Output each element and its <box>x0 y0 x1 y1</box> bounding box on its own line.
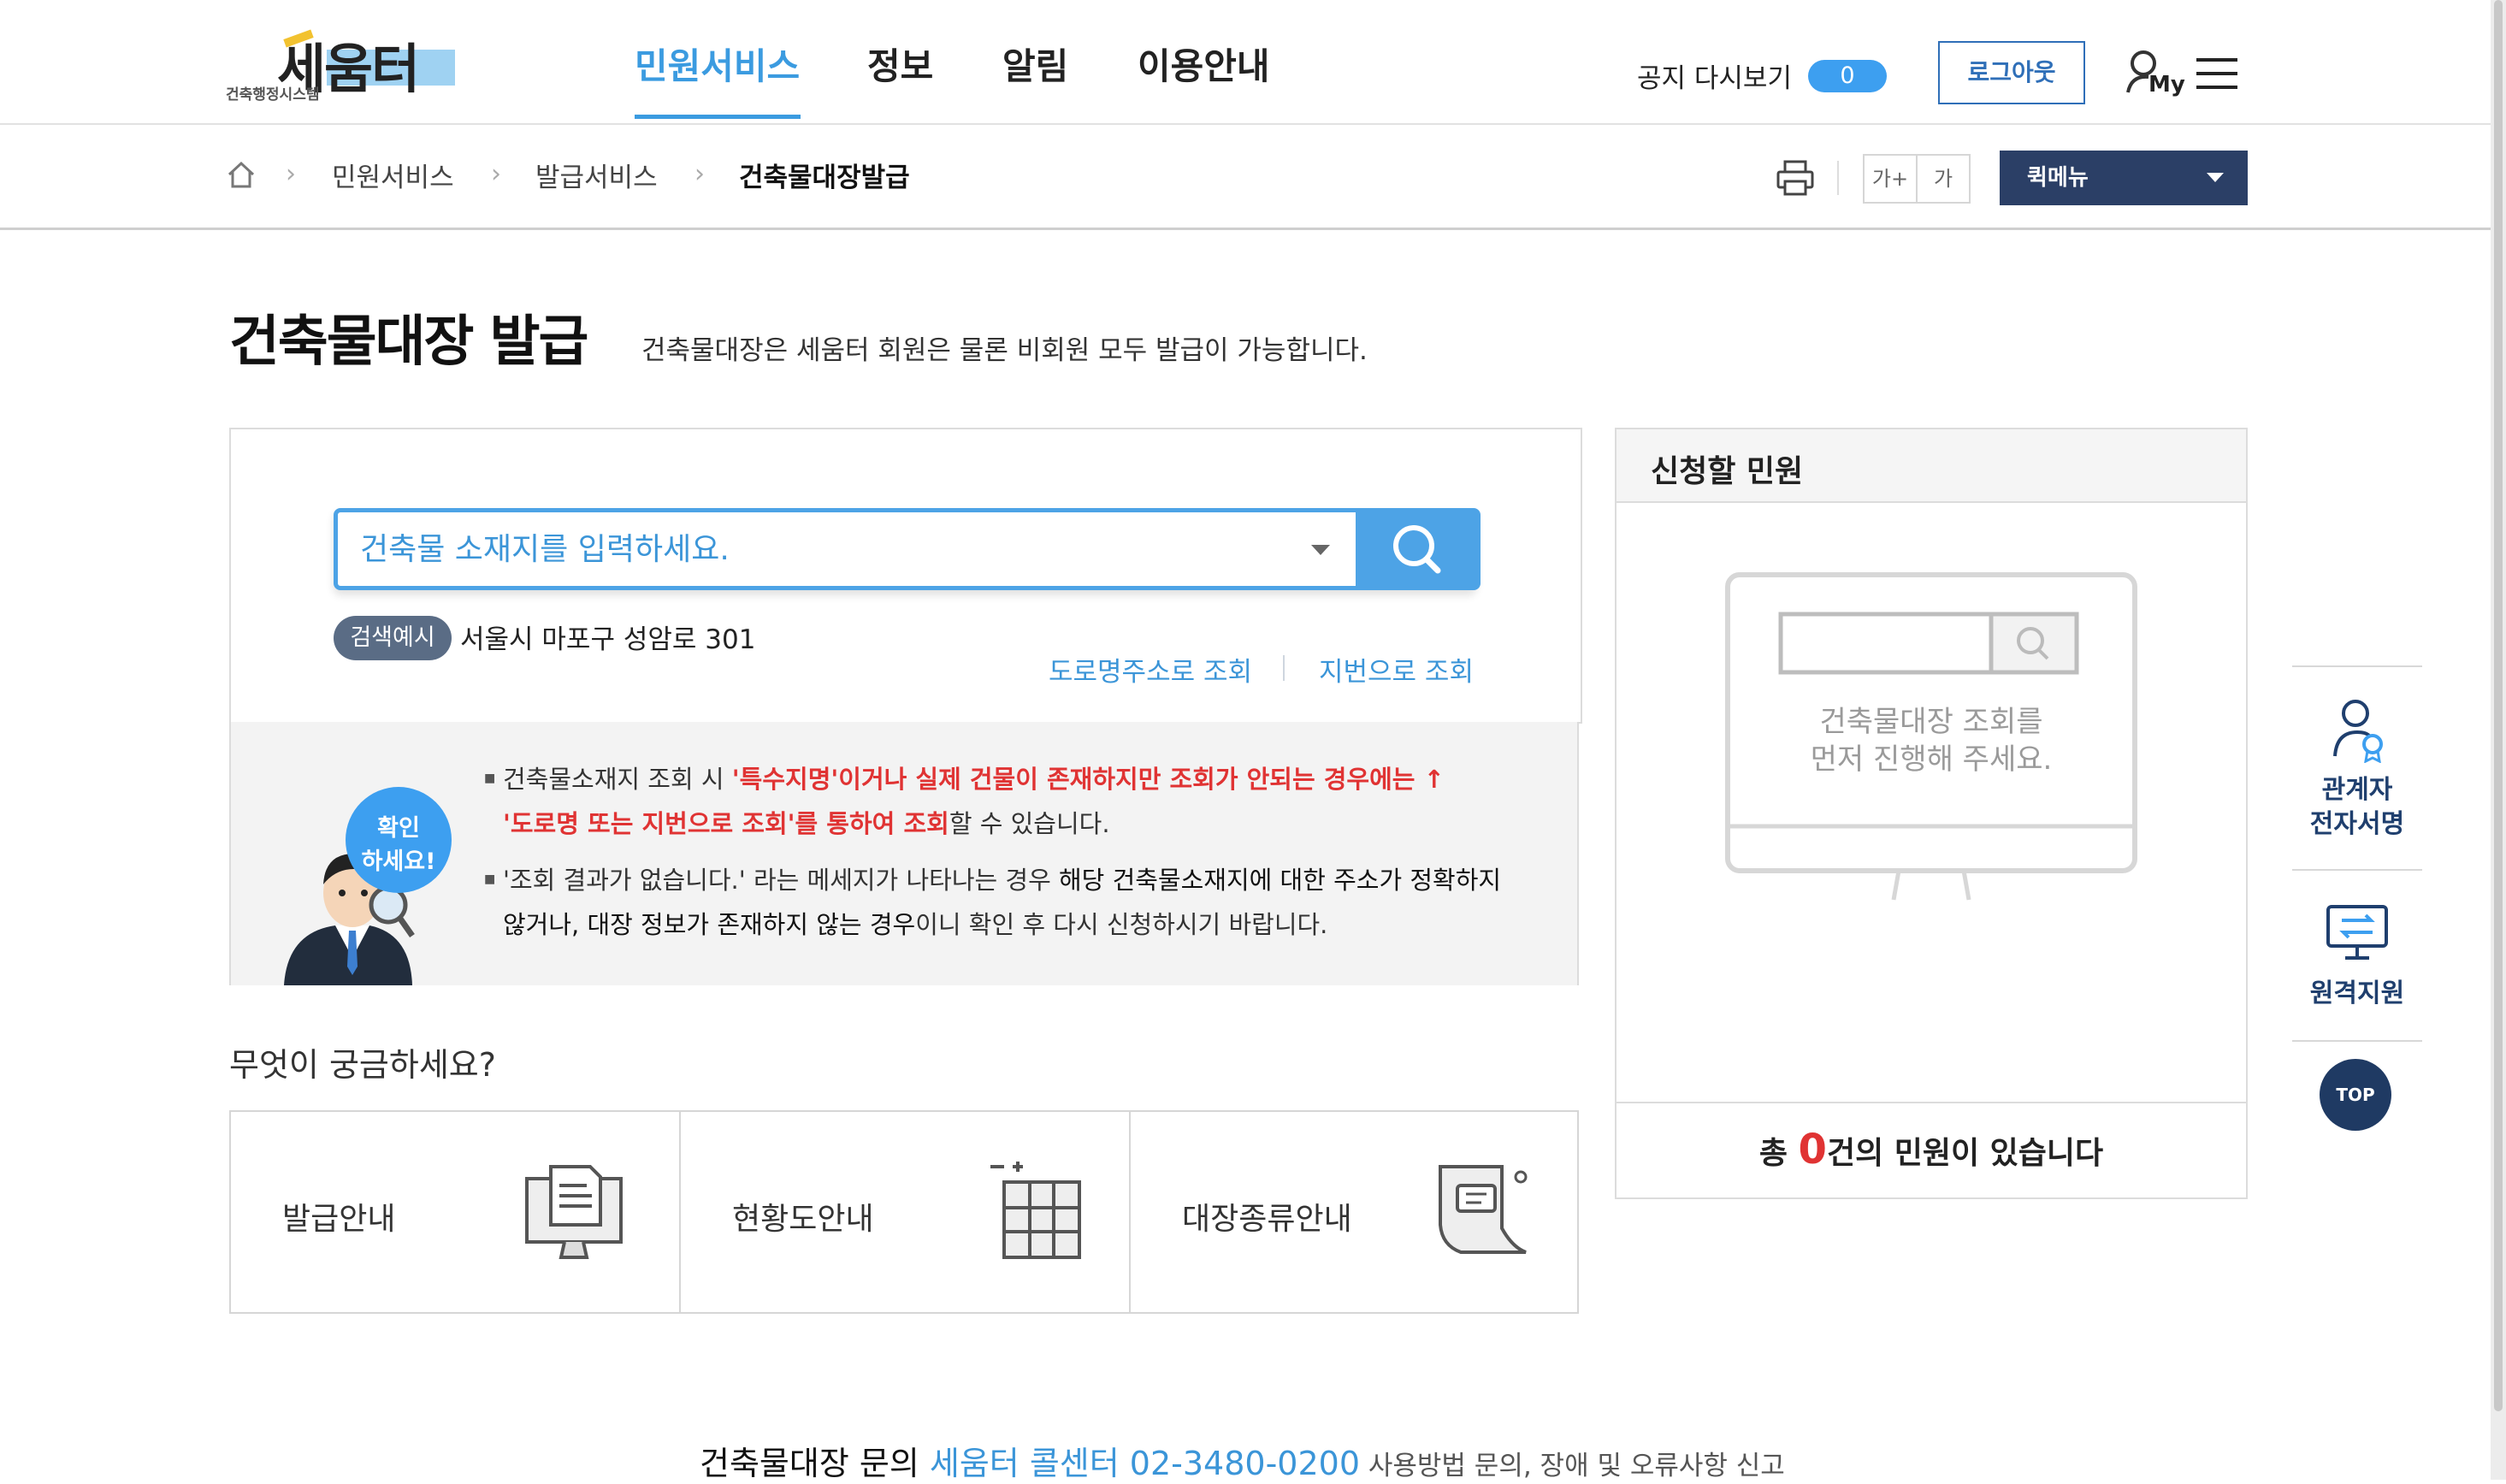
quickbar-divider <box>2292 869 2422 871</box>
nav-info[interactable]: 정보 <box>867 38 933 90</box>
apply-panel-footer: 총 0건의 민원이 있습니다 <box>1616 1102 2246 1201</box>
lot-number-lookup-link[interactable]: 지번으로 조회 <box>1319 650 1474 689</box>
document-monitor-icon <box>525 1165 623 1259</box>
my-label: My <box>2148 72 2185 98</box>
site-logo[interactable]: 세움터 건축행정시스템 <box>226 21 465 103</box>
remote-monitor-icon <box>2326 905 2388 960</box>
chevron-right-icon: › <box>286 159 296 189</box>
caret-down-icon <box>2207 173 2224 182</box>
font-increase-button[interactable]: 가+ <box>1863 154 1918 204</box>
apply-panel-title: 신청할 민원 <box>1651 454 1804 489</box>
address-search-input[interactable] <box>358 524 1260 574</box>
notice-item-1-line-2: '도로명 또는 지번으로 조회'를 통하여 조회할 수 있습니다. <box>503 809 1110 838</box>
apply-empty-line-2: 먼저 진행해 주세요. <box>1810 742 2053 777</box>
notice-item-1-line-1: 건축물소재지 조회 시 '특수지명'이거나 실제 건물이 존재하지만 조회가 안… <box>503 765 1445 794</box>
top-header: 세움터 건축행정시스템 민원서비스 정보 알림 이용안내 공지 다시보기 0 로… <box>0 0 2491 125</box>
apply-count-number: 0 <box>1798 1126 1827 1174</box>
chevron-right-icon: › <box>491 159 501 189</box>
faq-title: 무엇이 궁금하세요? <box>229 1046 496 1084</box>
font-decrease-button[interactable]: 가 <box>1916 154 1971 204</box>
faq-grid: 발급안내 현황도안내 대장종류안내 <box>229 1110 1579 1314</box>
esign-label-2: 전자서명 <box>2309 809 2405 839</box>
scrollbar-thumb[interactable] <box>2494 0 2503 1411</box>
apply-empty-line-1: 건축물대장 조회를 <box>1819 705 2043 739</box>
road-address-lookup-link[interactable]: 도로명주소로 조회 <box>1049 650 1252 689</box>
nav-guide[interactable]: 이용안내 <box>1138 38 1270 90</box>
esign-label-1: 관계자 <box>2321 775 2393 805</box>
toolbar-divider <box>1837 161 1839 195</box>
faq-register-type-guide[interactable]: 대장종류안내 <box>1131 1112 1577 1312</box>
notice-item-2-line-2: 않거나, 대장 정보가 존재하지 않는 경우이니 확인 후 다시 신청하시기 바… <box>503 910 1328 939</box>
apply-count-text: 총 0건의 민원이 있습니다 <box>1758 1126 2104 1174</box>
remote-support-button[interactable]: 원격지원 <box>2280 886 2434 1032</box>
search-icon <box>1393 525 1441 574</box>
check-notice-bubble: 확인 하세요! <box>346 787 452 893</box>
address-search-box <box>334 508 1481 590</box>
nav-notice[interactable]: 알림 <box>1002 38 1068 90</box>
scroll-document-icon <box>1439 1165 1528 1254</box>
breadcrumb-item-civil[interactable]: 민원서비스 <box>332 156 454 194</box>
notice-count: 0 <box>1840 62 1855 89</box>
callcenter-number: 세움터 콜센터 02-3480-0200 <box>929 1445 1361 1482</box>
hamburger-menu-icon[interactable] <box>2196 56 2237 91</box>
link-divider <box>1283 655 1285 681</box>
search-example-text: 서울시 마포구 성암로 301 <box>460 624 756 655</box>
chevron-right-icon: › <box>694 159 705 189</box>
grid-table-icon <box>990 1162 1081 1259</box>
breadcrumb-item-issue[interactable]: 발급서비스 <box>535 156 658 194</box>
faq-label: 현황도안내 <box>732 1202 874 1237</box>
bullet-icon: ■ <box>484 772 496 785</box>
search-button[interactable] <box>1356 508 1481 590</box>
quickbar-divider <box>2292 665 2422 667</box>
notice-item-2-line-1: '조회 결과가 없습니다.' 라는 메세지가 나타나는 경우 해당 건축물소재지… <box>503 866 1502 895</box>
faq-status-map-guide[interactable]: 현황도안내 <box>681 1112 1131 1312</box>
page-title: 건축물대장 발급 <box>229 310 588 374</box>
remote-support-label: 원격지원 <box>2309 978 2405 1008</box>
breadcrumb-item-current: 건축물대장발급 <box>739 163 910 193</box>
search-example-badge: 검색예시 <box>334 616 452 660</box>
print-icon[interactable] <box>1776 159 1815 197</box>
apply-panel-header: 신청할 민원 <box>1616 429 2246 503</box>
logout-label: 로그아웃 <box>1967 58 2056 86</box>
faq-issue-guide[interactable]: 발급안내 <box>231 1112 681 1312</box>
quickbar-divider <box>2292 1040 2422 1042</box>
quick-menu-label: 퀵메뉴 <box>2027 165 2089 191</box>
faq-label: 발급안내 <box>282 1202 396 1237</box>
home-icon[interactable] <box>226 159 257 190</box>
person-badge-icon <box>2333 700 2383 763</box>
bullet-icon: ■ <box>484 872 496 886</box>
notice-count-badge[interactable]: 0 <box>1808 60 1887 92</box>
esign-button[interactable]: 관계자 전자서명 <box>2280 684 2434 855</box>
notice-replay-label[interactable]: 공지 다시보기 <box>1637 56 1792 95</box>
logo-subtitle: 건축행정시스템 <box>226 86 320 103</box>
my-page-button[interactable]: My <box>2125 48 2185 104</box>
logout-button[interactable]: 로그아웃 <box>1938 41 2085 104</box>
faq-label: 대장종류안내 <box>1182 1202 1352 1237</box>
page-subtitle: 건축물대장은 세움터 회원은 물론 비회원 모두 발급이 가능합니다. <box>641 335 1368 366</box>
nav-active-underline <box>635 115 801 119</box>
nav-civil-service[interactable]: 민원서비스 <box>635 38 800 90</box>
quick-menu-select[interactable]: 퀵메뉴 <box>2000 151 2248 205</box>
footer-contact: 건축물대장 문의 세움터 콜센터 02-3480-0200 사용방법 문의, 장… <box>700 1445 1785 1482</box>
scroll-top-button[interactable]: TOP <box>2320 1059 2391 1131</box>
dropdown-arrow-icon[interactable] <box>1311 545 1330 555</box>
